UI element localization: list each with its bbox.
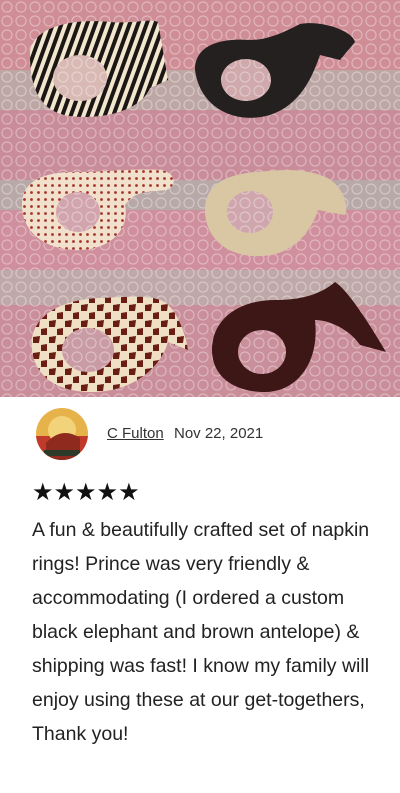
review-photo[interactable] [0,0,400,397]
reviewer-name-link[interactable]: C Fulton [107,425,164,442]
avatar[interactable] [36,408,88,460]
review-card: C Fulton Nov 22, 2021 ★★★★★ A fun & beau… [0,408,400,751]
star-rating: ★★★★★ [32,476,400,510]
review-header: C Fulton Nov 22, 2021 [32,408,400,476]
napkin-rings-image [0,0,400,397]
review-date: Nov 22, 2021 [174,425,264,442]
avatar-image [36,408,88,460]
star-rating-icons: ★★★★★ [32,479,140,506]
review-text: A fun & beautifully crafted set of napki… [32,519,370,745]
